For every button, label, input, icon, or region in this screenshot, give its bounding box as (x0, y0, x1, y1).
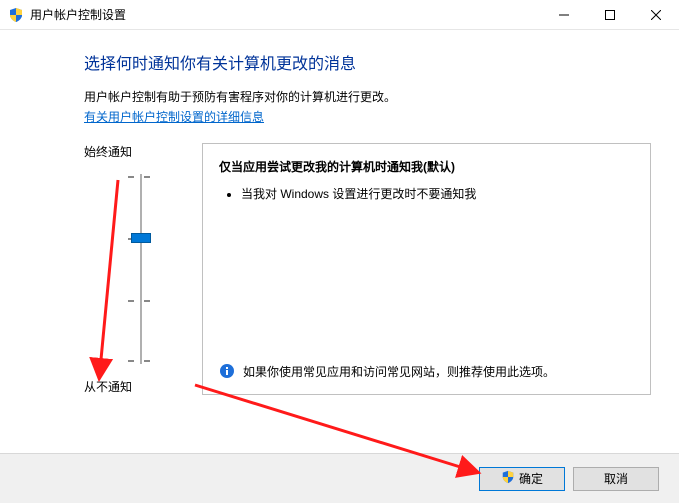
slider-thumb[interactable] (131, 233, 151, 243)
minimize-button[interactable] (541, 0, 587, 30)
content-area: 选择何时通知你有关计算机更改的消息 用户帐户控制有助于预防有害程序对你的计算机进… (0, 30, 679, 453)
description-title: 仅当应用尝试更改我的计算机时通知我(默认) (219, 158, 634, 175)
description-box: 仅当应用尝试更改我的计算机时通知我(默认) 当我对 Windows 设置进行更改… (202, 143, 651, 395)
ok-button-label: 确定 (519, 470, 543, 487)
info-icon (219, 363, 235, 379)
notification-slider[interactable] (112, 174, 194, 364)
recommendation-text: 如果你使用常见应用和访问常见网站，则推荐使用此选项。 (243, 363, 555, 380)
window-title: 用户帐户控制设置 (30, 6, 126, 23)
description-list: 当我对 Windows 设置进行更改时不要通知我 (219, 185, 634, 202)
maximize-button[interactable] (587, 0, 633, 30)
footer: 确定 取消 (0, 453, 679, 503)
page-heading: 选择何时通知你有关计算机更改的消息 (84, 50, 651, 74)
ok-button[interactable]: 确定 (479, 467, 565, 491)
shield-icon (501, 470, 515, 487)
shield-icon (8, 7, 24, 23)
cancel-button[interactable]: 取消 (573, 467, 659, 491)
more-info-link[interactable]: 有关用户帐户控制设置的详细信息 (84, 108, 264, 125)
page-subtext: 用户帐户控制有助于预防有害程序对你的计算机进行更改。 (84, 88, 651, 105)
cancel-button-label: 取消 (604, 470, 628, 487)
titlebar: 用户帐户控制设置 (0, 0, 679, 30)
close-button[interactable] (633, 0, 679, 30)
description-bullet: 当我对 Windows 设置进行更改时不要通知我 (241, 185, 634, 202)
slider-label-top: 始终通知 (84, 143, 194, 160)
recommendation: 如果你使用常见应用和访问常见网站，则推荐使用此选项。 (219, 353, 634, 380)
slider-column: 始终通知 从不通知 (84, 143, 194, 395)
slider-label-bottom: 从不通知 (84, 378, 194, 395)
